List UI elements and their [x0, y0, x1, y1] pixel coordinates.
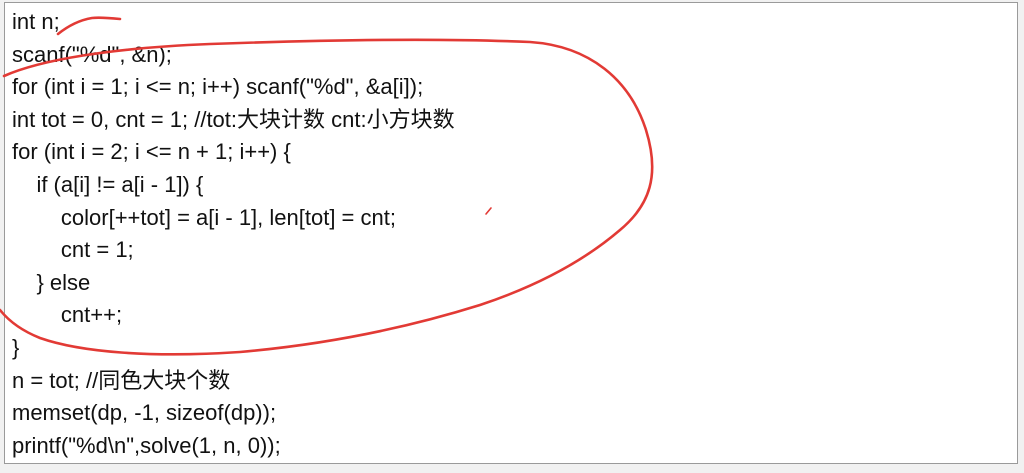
- code-line: }: [12, 334, 20, 360]
- code-block: int n; scanf("%d", &n); for (int i = 1; …: [12, 6, 455, 462]
- code-line: int tot = 0, cnt = 1; //tot:大块计数 cnt:小方块…: [12, 106, 455, 132]
- code-line: memset(dp, -1, sizeof(dp));: [12, 400, 277, 426]
- code-panel: int n; scanf("%d", &n); for (int i = 1; …: [4, 2, 1018, 464]
- code-line: cnt = 1;: [12, 237, 134, 263]
- code-line: for (int i = 2; i <= n + 1; i++) {: [12, 139, 291, 165]
- code-line: color[++tot] = a[i - 1], len[tot] = cnt;: [12, 204, 396, 230]
- code-line: for (int i = 1; i <= n; i++) scanf("%d",…: [12, 74, 424, 100]
- screenshot-canvas: int n; scanf("%d", &n); for (int i = 1; …: [0, 0, 1024, 473]
- code-line: } else: [12, 269, 91, 295]
- code-line: cnt++;: [12, 302, 123, 328]
- code-line: int n;: [12, 9, 60, 34]
- code-line: if (a[i] != a[i - 1]) {: [12, 171, 204, 197]
- code-line: printf("%d\n",solve(1, n, 0));: [12, 432, 281, 458]
- code-line: n = tot; //同色大块个数: [12, 367, 231, 393]
- code-line: scanf("%d", &n);: [12, 41, 172, 67]
